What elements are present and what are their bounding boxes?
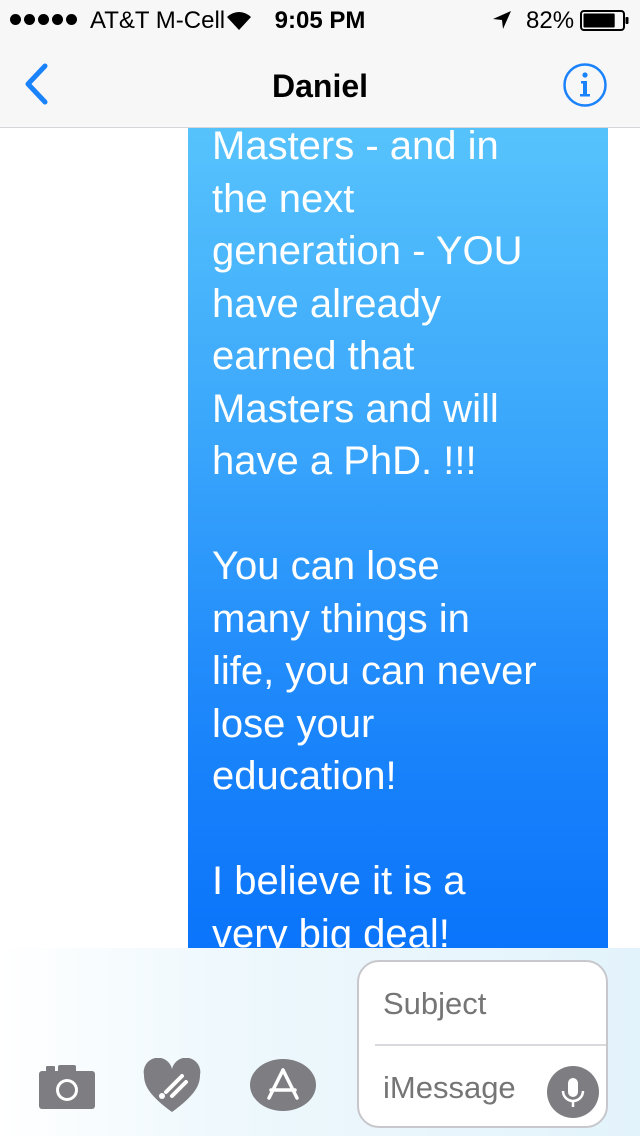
message-line: have a PhD. !!!: [212, 439, 477, 483]
message-line: have already: [212, 281, 442, 326]
compose-bar: [0, 948, 640, 1136]
nav-bar: Daniel: [0, 40, 640, 128]
microphone-button[interactable]: [547, 1066, 599, 1118]
message-line: You can lose: [212, 544, 440, 588]
digital-touch-heart-icon[interactable]: [142, 1058, 202, 1114]
message-line: life, you can never: [212, 649, 537, 693]
message-line: education!: [212, 754, 397, 798]
camera-icon[interactable]: [38, 1064, 96, 1110]
conversation-title[interactable]: Daniel: [0, 68, 640, 105]
header: AT&T M-Cell 9:05 PM 82% Daniel: [0, 0, 640, 128]
message-line: generation - YOU: [212, 229, 523, 273]
message-line: lose your: [212, 701, 375, 746]
imessage-field[interactable]: [383, 1070, 543, 1106]
message-line: Masters - and in: [212, 128, 499, 168]
message-line: many things in: [212, 596, 470, 641]
subject-field[interactable]: [383, 986, 583, 1022]
message-line: [212, 488, 584, 541]
message-line: I believe it is a: [212, 859, 466, 903]
message-line: the next: [212, 176, 355, 221]
message-line: Masters and will: [212, 386, 499, 431]
message-input-box[interactable]: [357, 960, 608, 1128]
microphone-icon: [561, 1078, 585, 1107]
message-line: [212, 803, 584, 856]
battery-icon: [580, 10, 629, 31]
outgoing-message-bubble[interactable]: Masters - and in the next generation - Y…: [188, 128, 608, 948]
app-store-icon[interactable]: [249, 1058, 317, 1112]
battery-percentage: 82%: [526, 7, 575, 34]
field-divider: [375, 1044, 606, 1046]
location-arrow-icon: [493, 11, 511, 29]
message-line: earned that: [212, 334, 415, 378]
message-line: very big deal!: [212, 911, 450, 949]
status-bar: AT&T M-Cell 9:05 PM 82%: [0, 0, 640, 40]
info-circle-icon[interactable]: [562, 62, 608, 108]
conversation-view[interactable]: Masters - and in the next generation - Y…: [0, 128, 640, 948]
